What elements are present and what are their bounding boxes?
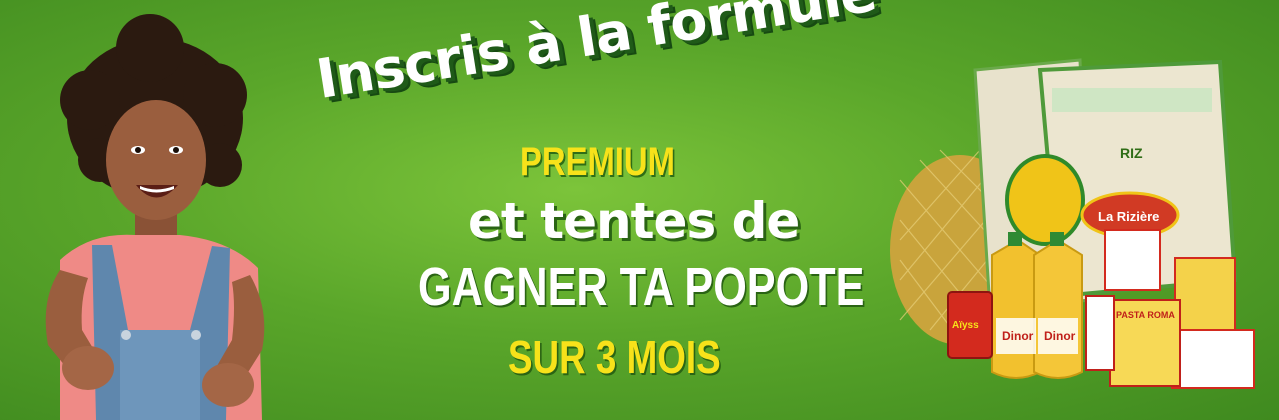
oil-bottles: Dinor Dinor	[991, 232, 1083, 379]
woman-illustration	[45, 14, 265, 420]
headline-line-3: et tentes de	[468, 192, 800, 250]
grocery-products: RIZ La Rizière Dinor Dinor Aïyss PASTA R…	[890, 58, 1255, 389]
oil-brand-1: Dinor	[1002, 329, 1034, 343]
headline-line-4: GAGNER TA POPOTE	[418, 257, 865, 317]
rice-bag-word: RIZ	[1120, 145, 1143, 161]
headline-premium: PREMIUM	[520, 140, 675, 184]
pasta-brand: PASTA ROMA	[1116, 310, 1175, 320]
oil-brand-2: Dinor	[1044, 329, 1076, 343]
rice-bag-label: La Rizière	[1098, 209, 1159, 224]
tomato-brand: Aïyss	[952, 320, 979, 331]
headline-line-5: SUR 3 MOIS	[508, 331, 721, 383]
promo-banner: RIZ La Rizière Dinor Dinor Aïyss PASTA R…	[0, 0, 1279, 420]
